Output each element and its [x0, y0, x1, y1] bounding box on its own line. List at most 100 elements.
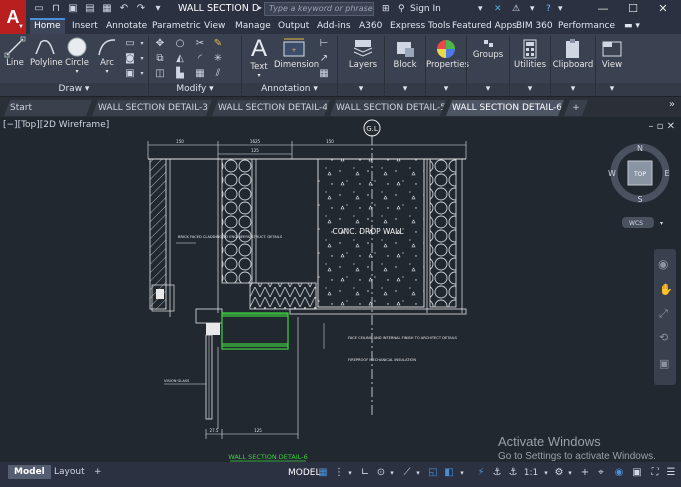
chevron-down-icon[interactable]: ▾	[478, 2, 483, 16]
pan-icon[interactable]: ✋	[659, 283, 673, 296]
plot-icon[interactable]: ▦	[100, 2, 114, 15]
chevron-down-icon[interactable]: ▾	[458, 466, 466, 480]
redo-icon[interactable]: ↷	[134, 2, 148, 15]
chevron-down-icon[interactable]: ▾	[136, 53, 148, 65]
chevron-down-icon[interactable]: ▾	[136, 68, 148, 80]
tab-overflow-icon[interactable]: »	[669, 99, 675, 110]
auto-scale-icon[interactable]: ⚓	[490, 466, 504, 480]
circle-tool[interactable]: Circle ▾	[64, 36, 90, 75]
maximize-icon[interactable]: ☐	[618, 0, 648, 18]
tab-annotate[interactable]: Annotate	[102, 18, 151, 34]
block-tool[interactable]: Block	[390, 38, 420, 70]
table-icon[interactable]: ▦	[318, 68, 330, 80]
showmotion-icon[interactable]: ▣	[659, 357, 669, 370]
gradient-icon[interactable]: ▣	[124, 68, 136, 80]
orbit-icon[interactable]: ⟲	[659, 331, 668, 344]
text-tool[interactable]: A Text ▾	[246, 36, 272, 80]
utilities-tool[interactable]: Utilities	[512, 38, 548, 70]
ortho-icon[interactable]: ∟	[358, 466, 372, 480]
tab-output[interactable]: Output	[274, 18, 313, 34]
workspace-gear-icon[interactable]: ⚙	[552, 466, 566, 480]
chevron-down-icon[interactable]: ▾	[530, 2, 535, 16]
groups-panel-footer[interactable]: ▾	[467, 83, 509, 96]
binoculars-icon[interactable]: ⊞	[382, 2, 390, 16]
add-layout-icon[interactable]: +	[88, 465, 108, 479]
move-icon[interactable]: ✥	[154, 38, 166, 50]
new-tab-button[interactable]: +	[564, 100, 588, 116]
chevron-down-icon[interactable]: ▾	[346, 466, 354, 480]
copy-icon[interactable]: ⧉	[154, 53, 166, 65]
model-tab[interactable]: Model	[8, 465, 51, 479]
full-screen-icon[interactable]: ⛶	[648, 466, 662, 480]
open-folder-icon[interactable]: ⊓	[49, 2, 63, 15]
utilities-panel-footer[interactable]: ▾	[510, 83, 550, 96]
chevron-down-icon[interactable]: ▾	[414, 466, 422, 480]
clean-screen-icon[interactable]: ▣	[630, 466, 644, 480]
application-menu-button[interactable]: A ▼	[0, 0, 26, 34]
clipboard-panel-footer[interactable]: ▾	[551, 83, 595, 96]
chevron-down-icon[interactable]: ▾	[246, 72, 272, 79]
tab-performance[interactable]: Performance	[554, 18, 619, 34]
file-tab-detail-5[interactable]: WALL SECTION DETAIL-5✕	[330, 100, 446, 116]
hatch-icon[interactable]: ◙	[124, 53, 136, 65]
exchange-icon[interactable]: ✕	[494, 2, 502, 16]
dimension-tool[interactable]: + Dimension	[274, 36, 319, 70]
drawing-canvas[interactable]: [−][Top][2D Wireframe] – ▫ ✕ G.L 150 162…	[0, 117, 681, 462]
chevron-down-icon[interactable]: ▾	[64, 68, 90, 75]
rectangle-icon[interactable]: ▭	[124, 38, 136, 50]
save-as-icon[interactable]: ▤	[83, 2, 97, 15]
search-input[interactable]: Type a keyword or phrase	[264, 2, 374, 16]
mirror-icon[interactable]: ◭	[174, 53, 186, 65]
linear-dim-icon[interactable]: ⊢	[318, 38, 330, 50]
layers-tool[interactable]: Layers	[346, 38, 380, 70]
ribbon-toggle-icon[interactable]: ▬ ▾	[620, 18, 644, 34]
scale-selector[interactable]: 1:1	[522, 466, 540, 480]
file-tab-detail-6[interactable]: WALL SECTION DETAIL-6✕	[446, 100, 564, 116]
file-tab-start[interactable]: Start	[4, 100, 92, 116]
tab-add-ins[interactable]: Add-ins	[313, 18, 355, 34]
close-icon[interactable]: ✕	[648, 0, 678, 18]
tab-insert[interactable]: Insert	[68, 18, 102, 34]
offset-icon[interactable]: ⫽	[212, 68, 224, 80]
dynamic-ucs-icon[interactable]: ◧	[442, 466, 456, 480]
block-panel-footer[interactable]: ▾	[385, 83, 425, 96]
file-tab-detail-3[interactable]: WALL SECTION DETAIL-3✕	[92, 100, 212, 116]
properties-panel-footer[interactable]: ▾	[426, 83, 466, 96]
explode-icon[interactable]: ✳	[212, 53, 224, 65]
trim-icon[interactable]: ✂	[194, 38, 206, 50]
layout-tab[interactable]: Layout	[48, 465, 91, 479]
tab-view[interactable]: View	[200, 18, 229, 34]
chevron-down-icon[interactable]: ▾	[566, 466, 574, 480]
arc-tool[interactable]: Arc ▾	[96, 36, 118, 75]
file-tab-detail-4[interactable]: WALL SECTION DETAIL-4✕	[212, 100, 330, 116]
isolate-objects-icon[interactable]: ◉	[612, 466, 626, 480]
fillet-icon[interactable]: ◜	[194, 53, 206, 65]
view-panel-footer[interactable]: ▾	[596, 83, 628, 96]
sign-in-button[interactable]: Sign In	[410, 2, 441, 16]
polar-icon[interactable]: ⊙	[374, 466, 388, 480]
chevron-down-icon[interactable]: ▾	[136, 38, 148, 50]
tab-bim-360[interactable]: BIM 360	[512, 18, 557, 34]
steering-wheel-icon[interactable]: ◉	[658, 257, 668, 271]
new-file-icon[interactable]: ▭	[32, 2, 46, 15]
zoom-extents-icon[interactable]: ⤢	[659, 307, 668, 321]
grid-icon[interactable]: ▦	[316, 466, 330, 480]
tab-express-tools[interactable]: Express Tools	[386, 18, 454, 34]
groups-tool[interactable]: Groups	[470, 38, 506, 60]
scale-icon[interactable]: ▙	[174, 68, 186, 80]
tab-featured-apps[interactable]: Featured Apps	[448, 18, 521, 34]
draw-panel-footer[interactable]: Draw ▾	[0, 83, 148, 96]
properties-tool[interactable]: Properties	[426, 38, 469, 70]
plus-icon[interactable]: +	[578, 466, 592, 480]
leader-icon[interactable]: ↗	[318, 53, 330, 65]
chevron-down-icon[interactable]: ▾	[558, 2, 563, 16]
osnap-icon[interactable]: ◱	[426, 466, 440, 480]
annotation-visibility-icon[interactable]: ⚡	[474, 466, 488, 480]
share-icon[interactable]: ▾	[151, 2, 165, 15]
help-button[interactable]: ?	[546, 2, 551, 16]
tab-manage[interactable]: Manage	[231, 18, 275, 34]
array-icon[interactable]: ▦	[194, 68, 206, 80]
chevron-down-icon[interactable]: ▾	[388, 466, 396, 480]
rotate-icon[interactable]: ○	[174, 38, 186, 50]
polyline-tool[interactable]: Polyline	[30, 36, 63, 68]
